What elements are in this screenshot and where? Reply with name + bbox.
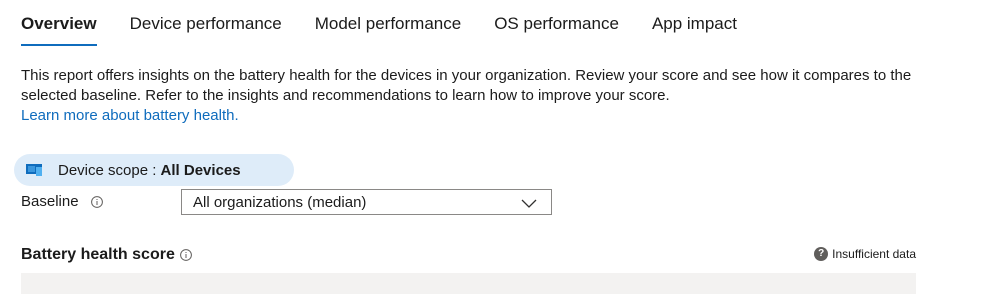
- description-text: This report offers insights on the batte…: [21, 67, 912, 104]
- learn-more-link[interactable]: Learn more about battery health.: [21, 107, 239, 124]
- info-icon[interactable]: [179, 249, 192, 261]
- baseline-label-row: Baseline: [21, 192, 103, 212]
- tab-bar: Overview Device performance Model perfor…: [21, 13, 770, 49]
- tab-os-performance[interactable]: OS performance: [494, 13, 619, 35]
- device-scope-value: All Devices: [160, 161, 241, 179]
- score-placeholder-bar: [21, 273, 916, 294]
- insufficient-data-status: ? Insufficient data: [814, 246, 916, 262]
- baseline-selected-value: All organizations (median): [193, 193, 367, 211]
- battery-health-score-title-row: Battery health score: [21, 245, 192, 265]
- battery-report-page: Overview Device performance Model perfor…: [0, 0, 996, 294]
- baseline-label: Baseline: [21, 193, 79, 210]
- tab-app-impact[interactable]: App impact: [652, 13, 737, 35]
- question-icon: ?: [814, 247, 829, 261]
- info-icon[interactable]: [90, 196, 103, 208]
- tab-overview[interactable]: Overview: [21, 13, 97, 46]
- insufficient-data-label: Insufficient data: [832, 247, 916, 261]
- chevron-down-icon: [521, 196, 537, 213]
- tab-model-performance[interactable]: Model performance: [315, 13, 461, 35]
- device-scope-label: Device scope :: [58, 161, 161, 179]
- device-scope-pill[interactable]: Device scope : All Devices: [14, 154, 294, 186]
- monitor-icon: [26, 164, 42, 176]
- battery-health-score-title: Battery health score: [21, 246, 175, 263]
- baseline-dropdown[interactable]: All organizations (median): [181, 189, 552, 215]
- report-description: This report offers insights on the batte…: [21, 66, 941, 126]
- tab-device-performance[interactable]: Device performance: [130, 13, 282, 35]
